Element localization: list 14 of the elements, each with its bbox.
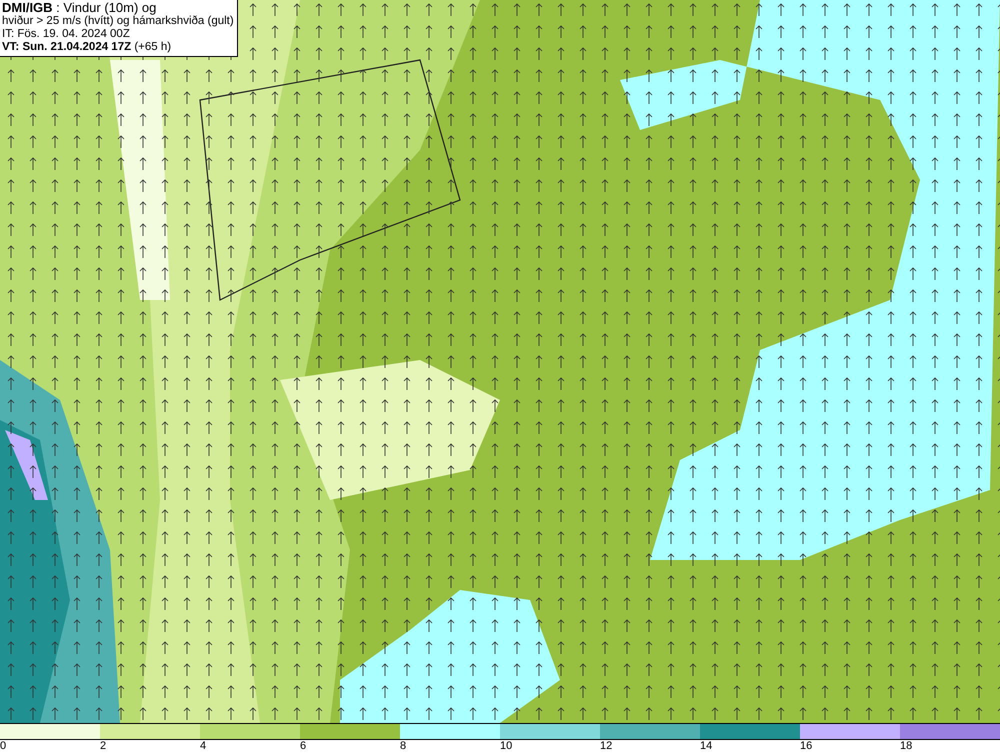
header-text: IT: Fös. 19. 04. 2024 00Z [2, 28, 131, 41]
header-text: VT: Sun. 21.04.2024 17Z (+65 h) [2, 41, 172, 54]
legend-label: 0 [0, 740, 8, 753]
header-text: DMI/IGB : Vindur (10m) og [2, 1, 158, 15]
legend-label: 10 [500, 740, 514, 753]
legend-label: 4 [200, 740, 208, 753]
header-text: hviður > 25 m/s (hvítt) og hámarkshviða (gult) [2, 15, 234, 28]
legend-label: 14 [700, 740, 714, 753]
legend-label: 6 [300, 740, 308, 753]
legend-label: 8 [400, 740, 408, 753]
legend-label: 12 [600, 740, 614, 753]
legend-label: 2 [100, 740, 108, 753]
legend-label: 16 [800, 740, 814, 753]
legend-label: 18 [900, 740, 914, 753]
